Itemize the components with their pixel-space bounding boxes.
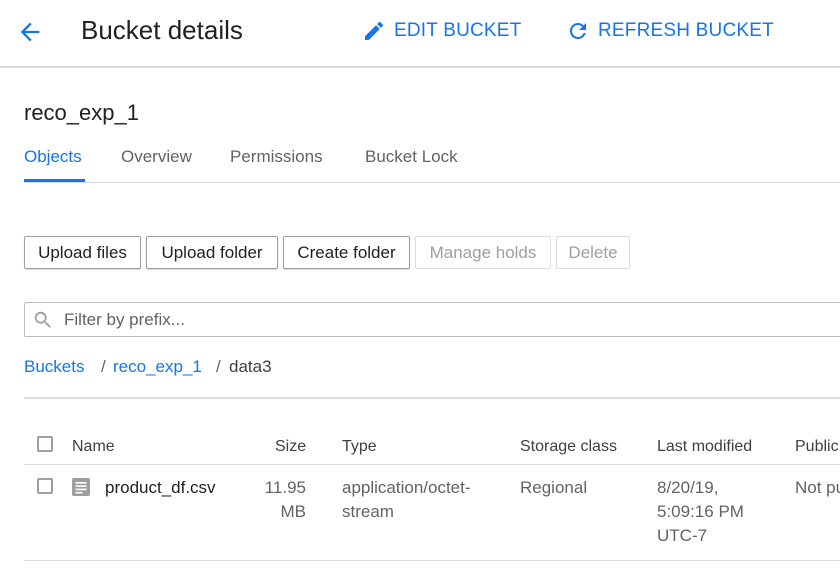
breadcrumb-separator: /	[101, 357, 106, 376]
bucket-name: reco_exp_1	[24, 100, 139, 125]
breadcrumb-bucket-link[interactable]: reco_exp_1	[113, 357, 202, 377]
back-arrow-icon[interactable]	[16, 18, 44, 46]
refresh-icon	[569, 22, 586, 39]
create-folder-button[interactable]: Create folder	[283, 236, 410, 269]
page-title: Bucket details	[81, 15, 243, 45]
tab-permissions[interactable]: Permissions	[230, 147, 323, 183]
select-all-checkbox[interactable]	[37, 436, 53, 452]
search-icon	[34, 311, 51, 328]
file-type: application/octet-	[342, 478, 471, 497]
tab-bucket-lock[interactable]: Bucket Lock	[365, 147, 458, 183]
column-header-public[interactable]: Public	[795, 438, 839, 456]
filter-by-prefix-input[interactable]	[62, 308, 766, 331]
file-name-link[interactable]: product_df.csv	[105, 476, 216, 500]
delete-button: Delete	[556, 236, 630, 269]
breadcrumb-buckets-link[interactable]: Buckets	[24, 357, 84, 377]
upload-folder-button[interactable]: Upload folder	[146, 236, 278, 269]
tabs-divider	[24, 182, 840, 183]
tab-overview[interactable]: Overview	[121, 147, 192, 183]
column-header-last-modified[interactable]: Last modified	[657, 438, 752, 456]
last-modified-timezone: UTC-7	[657, 526, 708, 545]
breadcrumb-current-folder: data3	[229, 357, 272, 376]
file-size-unit: MB	[280, 502, 307, 521]
public-access-value: Not public	[795, 478, 840, 497]
active-tab-indicator	[24, 179, 85, 182]
refresh-bucket-button[interactable]: REFRESH BUCKET	[566, 16, 774, 46]
filter-box	[24, 302, 840, 337]
table-row-divider	[24, 560, 840, 561]
tab-objects[interactable]: Objects	[24, 147, 82, 183]
last-modified-time: 5:09:16 PM	[657, 502, 744, 521]
column-header-size[interactable]: Size	[275, 438, 306, 456]
storage-class-value: Regional	[520, 478, 588, 497]
row-checkbox[interactable]	[37, 478, 53, 494]
edit-bucket-label: EDIT BUCKET	[394, 20, 522, 41]
file-size-value: 11.95	[264, 478, 306, 497]
refresh-bucket-label: REFRESH BUCKET	[598, 20, 774, 41]
manage-holds-button: Manage holds	[415, 236, 551, 269]
breadcrumb-separator: /	[216, 357, 221, 376]
edit-bucket-button[interactable]: EDIT BUCKET	[362, 16, 521, 46]
column-header-type[interactable]: Type	[342, 438, 377, 456]
column-header-name[interactable]: Name	[72, 438, 115, 456]
section-divider	[24, 397, 840, 399]
pencil-icon	[365, 21, 384, 40]
file-icon	[72, 478, 90, 496]
upload-files-button[interactable]: Upload files	[24, 236, 141, 269]
table-header-divider	[24, 464, 840, 465]
file-type-continued: stream	[342, 502, 394, 521]
last-modified-date: 8/20/19,	[657, 478, 719, 497]
column-header-storage-class[interactable]: Storage class	[520, 438, 617, 456]
